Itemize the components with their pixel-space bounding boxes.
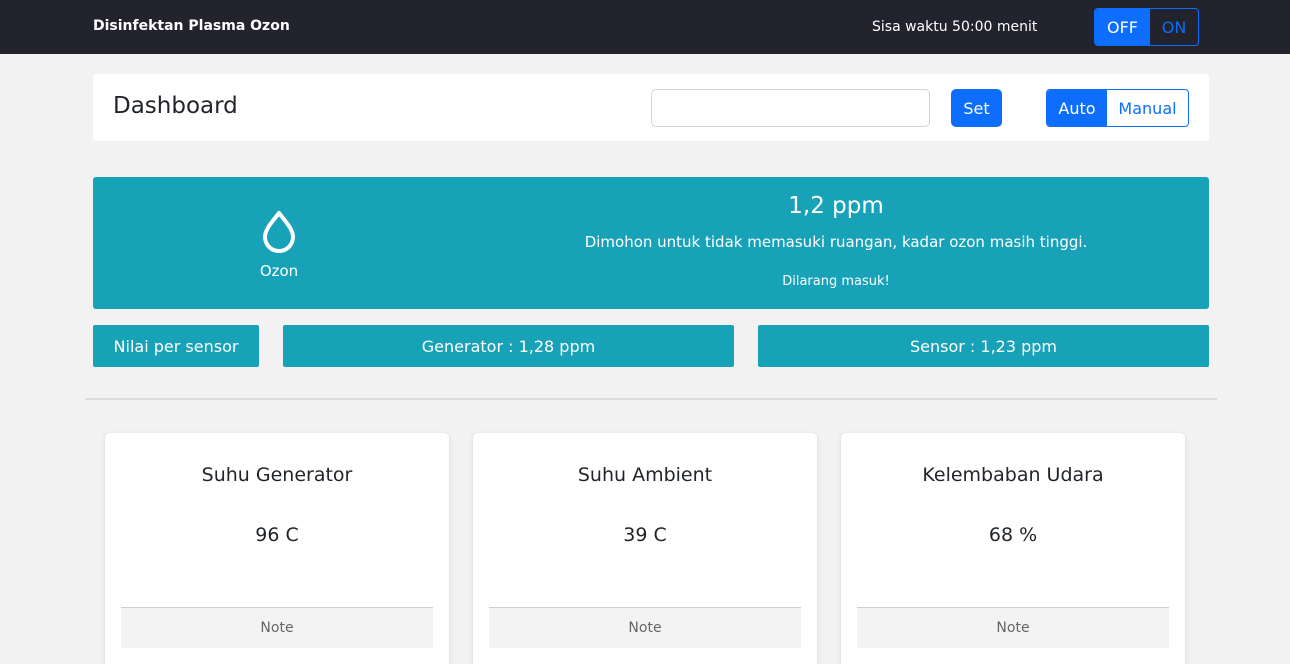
- card-title: Suhu Ambient: [577, 464, 713, 486]
- card-value: 39 C: [623, 524, 667, 546]
- mode-toggle: Auto Manual: [1046, 89, 1189, 127]
- power-toggle: OFF ON: [1094, 8, 1199, 46]
- section-divider: [85, 398, 1217, 400]
- dashboard-header: Dashboard Set Auto Manual: [93, 74, 1209, 141]
- timer-input[interactable]: [651, 89, 930, 127]
- card-title: Suhu Generator: [201, 464, 353, 486]
- card-note: Note: [121, 607, 433, 648]
- off-button[interactable]: OFF: [1095, 9, 1150, 45]
- remaining-time: Sisa waktu 50:00 menit: [872, 19, 1038, 35]
- top-navbar: Disinfektan Plasma Ozon Sisa waktu 50:00…: [0, 0, 1290, 54]
- ambient-temp-card: Suhu Ambient 39 C Note: [473, 433, 817, 664]
- on-button[interactable]: ON: [1150, 9, 1198, 45]
- droplet-icon: [263, 211, 295, 253]
- sensor-reading: Sensor : 1,23 ppm: [758, 325, 1209, 367]
- humidity-card: Kelembaban Udara 68 % Note: [841, 433, 1185, 664]
- ozone-label: Ozon: [259, 262, 299, 280]
- card-note: Note: [857, 607, 1169, 648]
- card-value: 96 C: [255, 524, 299, 546]
- auto-button[interactable]: Auto: [1047, 90, 1107, 126]
- page-title: Dashboard: [113, 93, 238, 119]
- manual-button[interactable]: Manual: [1107, 90, 1188, 126]
- generator-temp-card: Suhu Generator 96 C Note: [105, 433, 449, 664]
- generator-reading: Generator : 1,28 ppm: [283, 325, 734, 367]
- card-value: 68 %: [988, 524, 1038, 546]
- ozone-warning: Dimohon untuk tidak memasuki ruangan, ka…: [584, 233, 1088, 251]
- ozone-status-panel: Ozon 1,2 ppm Dimohon untuk tidak memasuk…: [93, 177, 1209, 309]
- app-brand[interactable]: Disinfektan Plasma Ozon: [93, 18, 290, 34]
- card-title: Kelembaban Udara: [922, 464, 1104, 486]
- card-note: Note: [489, 607, 801, 648]
- set-button[interactable]: Set: [951, 89, 1002, 127]
- entry-banner: Dilarang masuk!: [782, 274, 890, 289]
- ozone-ppm-value: 1,2 ppm: [788, 193, 884, 219]
- sensor-values-header: Nilai per sensor: [93, 325, 259, 367]
